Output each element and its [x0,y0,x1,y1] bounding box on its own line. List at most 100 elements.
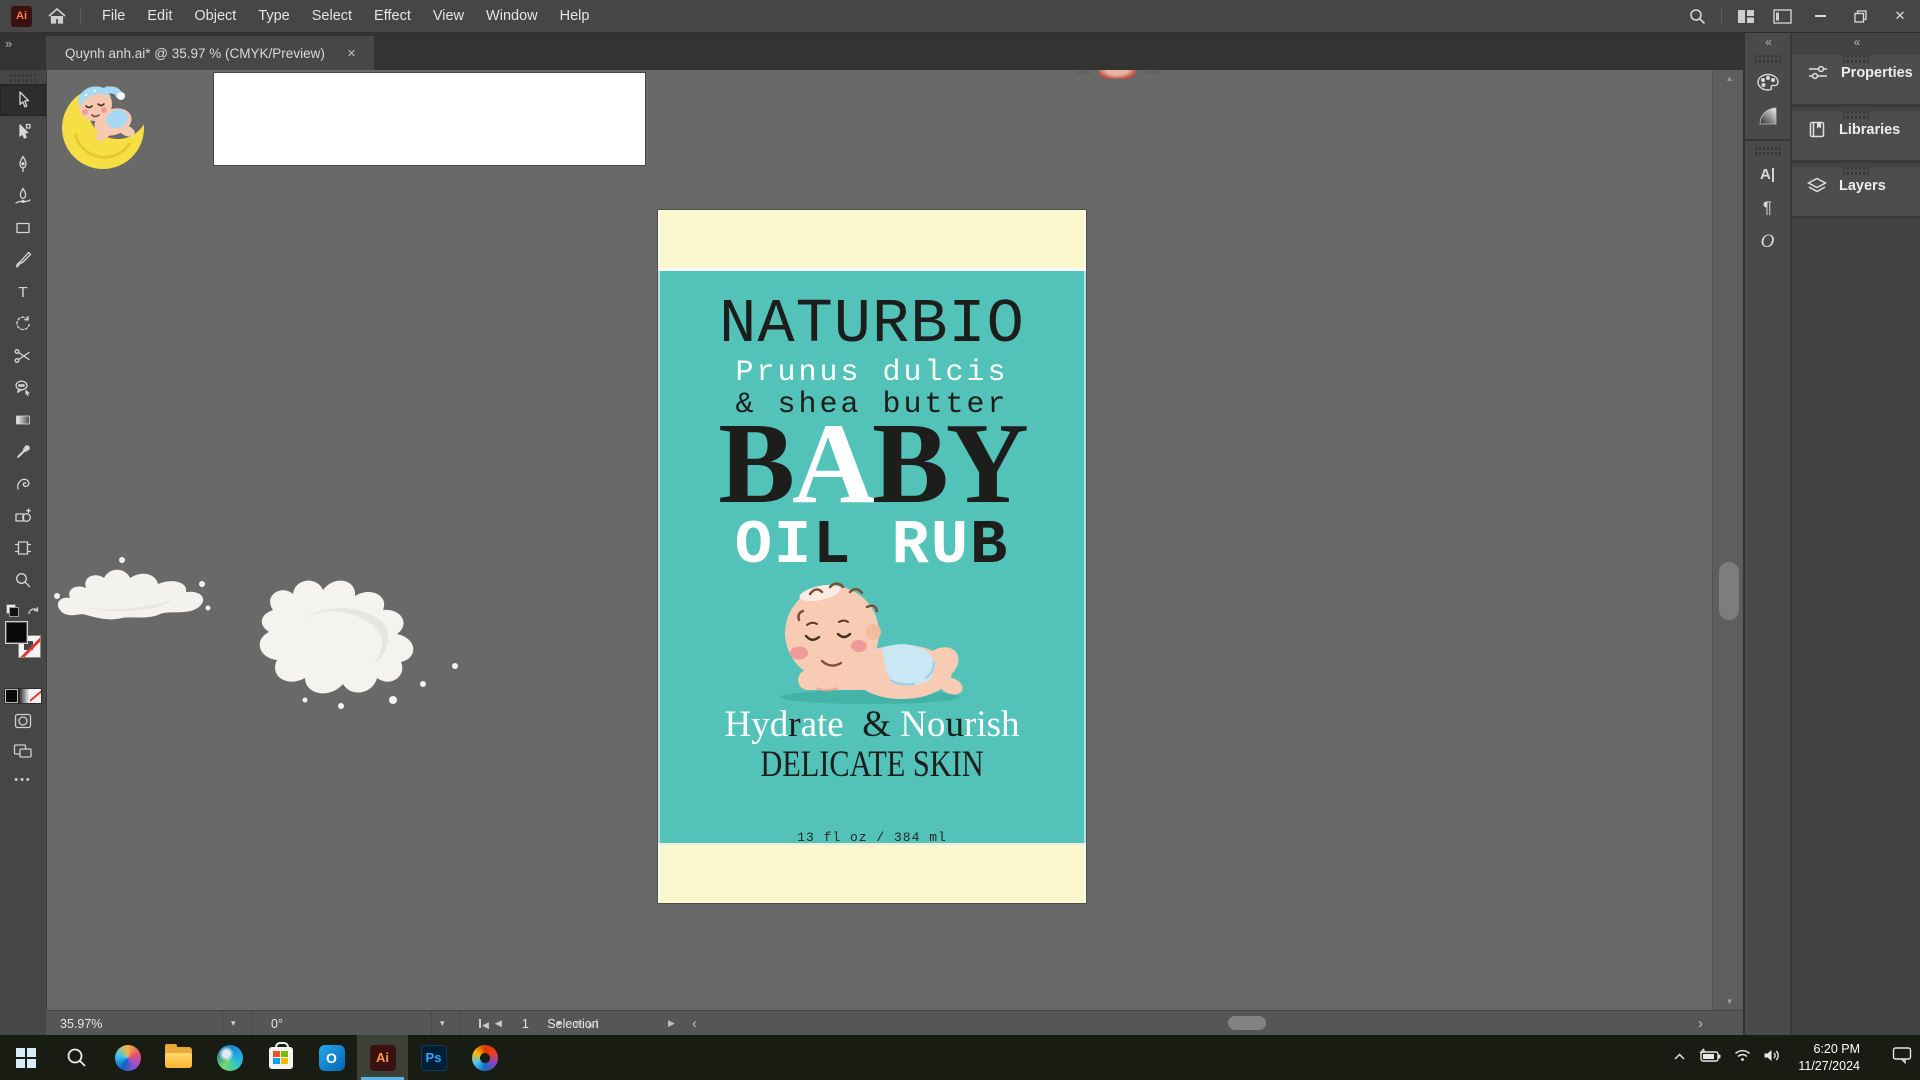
wifi-icon [1734,1049,1751,1062]
file-explorer-button[interactable] [153,1035,204,1080]
document-tabbar: » Quynh anh.ai* @ 35.97 % (CMYK/Preview)… [0,33,1745,70]
curvature-tool[interactable] [0,180,46,212]
menu-item[interactable]: Window [475,8,549,24]
panel-grip[interactable] [10,74,36,82]
menu-item[interactable]: Object [183,8,247,24]
taskbar-search-button[interactable] [51,1035,102,1080]
home-button[interactable] [48,8,66,24]
scissors-tool[interactable] [0,340,46,372]
microsoft-365-button[interactable] [459,1035,510,1080]
opentype-panel-button[interactable]: O [1745,225,1790,259]
outlook-button[interactable]: O [306,1035,357,1080]
layers-panel-tab[interactable]: Layers [1792,167,1920,219]
none-mode-button[interactable] [30,689,41,703]
status-play-icon[interactable]: ▶ [668,1011,675,1036]
illustrator-taskbar-button[interactable]: Ai [357,1035,408,1080]
clipped-red-object[interactable] [1098,70,1136,79]
taskbar-clock[interactable]: 6:20 PM 11/27/2024 [1798,1041,1860,1074]
expand-panels-icon[interactable]: » [5,36,10,51]
milk-splash-right[interactable] [243,570,483,715]
edit-toolbar-button[interactable]: ••• [0,774,46,786]
vertical-scrollbar[interactable]: ▲ ▼ [1712,70,1746,1010]
panel-grip[interactable] [1755,147,1781,155]
artboard-baby-oil-label[interactable]: NATURBIO Prunus dulcis & shea butter BAB… [658,210,1086,903]
document-tab[interactable]: Quynh anh.ai* @ 35.97 % (CMYK/Preview) ✕ [46,36,374,70]
document-layout-button[interactable] [1764,0,1800,32]
microsoft-store-button[interactable] [255,1035,306,1080]
menu-item[interactable]: Help [549,8,601,24]
selection-tool[interactable] [0,84,46,116]
white-rectangle-object[interactable] [214,73,645,165]
rectangle-tool[interactable] [0,212,46,244]
close-button[interactable]: ✕ [1880,0,1920,32]
home-icon [48,8,66,24]
paintbrush-tool[interactable] [0,244,46,276]
menu-item[interactable]: Edit [136,8,183,24]
gradient-mode-button[interactable] [18,689,29,703]
properties-panel-tab[interactable]: Properties [1792,55,1920,107]
restore-button[interactable] [1840,0,1880,32]
minimize-button[interactable] [1800,0,1840,32]
restore-icon [1854,10,1867,23]
libraries-panel-tab[interactable]: Libraries [1792,111,1920,163]
gradient-tool[interactable] [0,404,46,436]
character-panel-button[interactable]: A| [1745,157,1790,191]
scroll-right-icon[interactable]: › [1698,1011,1703,1036]
paragraph-panel-button[interactable]: ¶ [1745,191,1790,225]
screen-mode-button[interactable] [0,738,46,764]
tab-close-icon[interactable]: ✕ [347,47,356,60]
collapse-icon-column[interactable]: « [1745,33,1790,51]
scroll-down-icon[interactable]: ▼ [1713,997,1746,1006]
panel-grip[interactable] [1755,55,1781,63]
rotate-tool[interactable] [0,308,46,340]
document-layout-icon [1773,9,1792,24]
type-tool[interactable]: T [0,276,46,308]
menu-item[interactable]: Effect [363,8,422,24]
rotation-value[interactable]: 0° [271,1011,283,1036]
shape-builder-tool[interactable] [0,500,46,532]
scroll-up-icon[interactable]: ▲ [1713,74,1746,83]
tray-chevron-button[interactable] [1673,1049,1686,1067]
menu-item[interactable]: View [422,8,475,24]
menu-item[interactable]: Select [301,8,363,24]
wifi-button[interactable] [1734,1049,1751,1067]
product-word-baby: BABY [658,406,1086,521]
zoom-dropdown[interactable]: ▾ [222,1011,244,1036]
swap-fill-stroke-icon[interactable] [27,604,40,622]
scroll-left-icon[interactable]: ‹ [692,1011,697,1036]
arrange-documents-button[interactable] [1728,0,1764,32]
menu-item[interactable]: Type [247,8,300,24]
edge-button[interactable] [204,1035,255,1080]
direct-selection-tool[interactable] [0,116,46,148]
collapse-panel-column[interactable]: « [1792,33,1920,51]
vertical-scroll-thumb[interactable] [1719,562,1739,620]
horizontal-scroll-thumb[interactable] [1228,1016,1266,1030]
photoshop-button[interactable]: Ps [408,1035,459,1080]
blend-tool[interactable] [0,468,46,500]
artboard-tool[interactable] [0,532,46,564]
battery-button[interactable] [1698,1048,1722,1068]
copilot-button[interactable] [102,1035,153,1080]
volume-button[interactable] [1763,1048,1780,1068]
drawing-modes-button[interactable] [0,708,46,734]
gradient-panel-button[interactable] [1745,99,1790,133]
rotation-dropdown[interactable]: ▾ [431,1011,453,1036]
milk-splash-left[interactable] [52,548,212,643]
zoom-level[interactable]: 35.97% [60,1011,102,1036]
color-mode-button[interactable] [5,689,18,703]
start-button[interactable] [0,1035,51,1080]
notifications-button[interactable] [1892,1046,1912,1069]
eyedropper-tool[interactable] [0,436,46,468]
default-fill-stroke-icon[interactable] [6,604,19,617]
baby-on-moon-illustration[interactable] [55,73,155,170]
fill-color-swatch[interactable] [5,621,28,644]
tray-time: 6:20 PM [1798,1041,1860,1057]
shaper-tool[interactable] [0,372,46,404]
menu-item[interactable]: File [91,8,136,24]
photoshop-icon: Ps [421,1045,447,1071]
search-button[interactable] [1679,0,1715,32]
pen-tool[interactable] [0,148,46,180]
color-panel-button[interactable] [1745,65,1790,99]
zoom-tool[interactable] [0,564,46,596]
canvas[interactable]: NATURBIO Prunus dulcis & shea butter BAB… [46,70,1712,1010]
